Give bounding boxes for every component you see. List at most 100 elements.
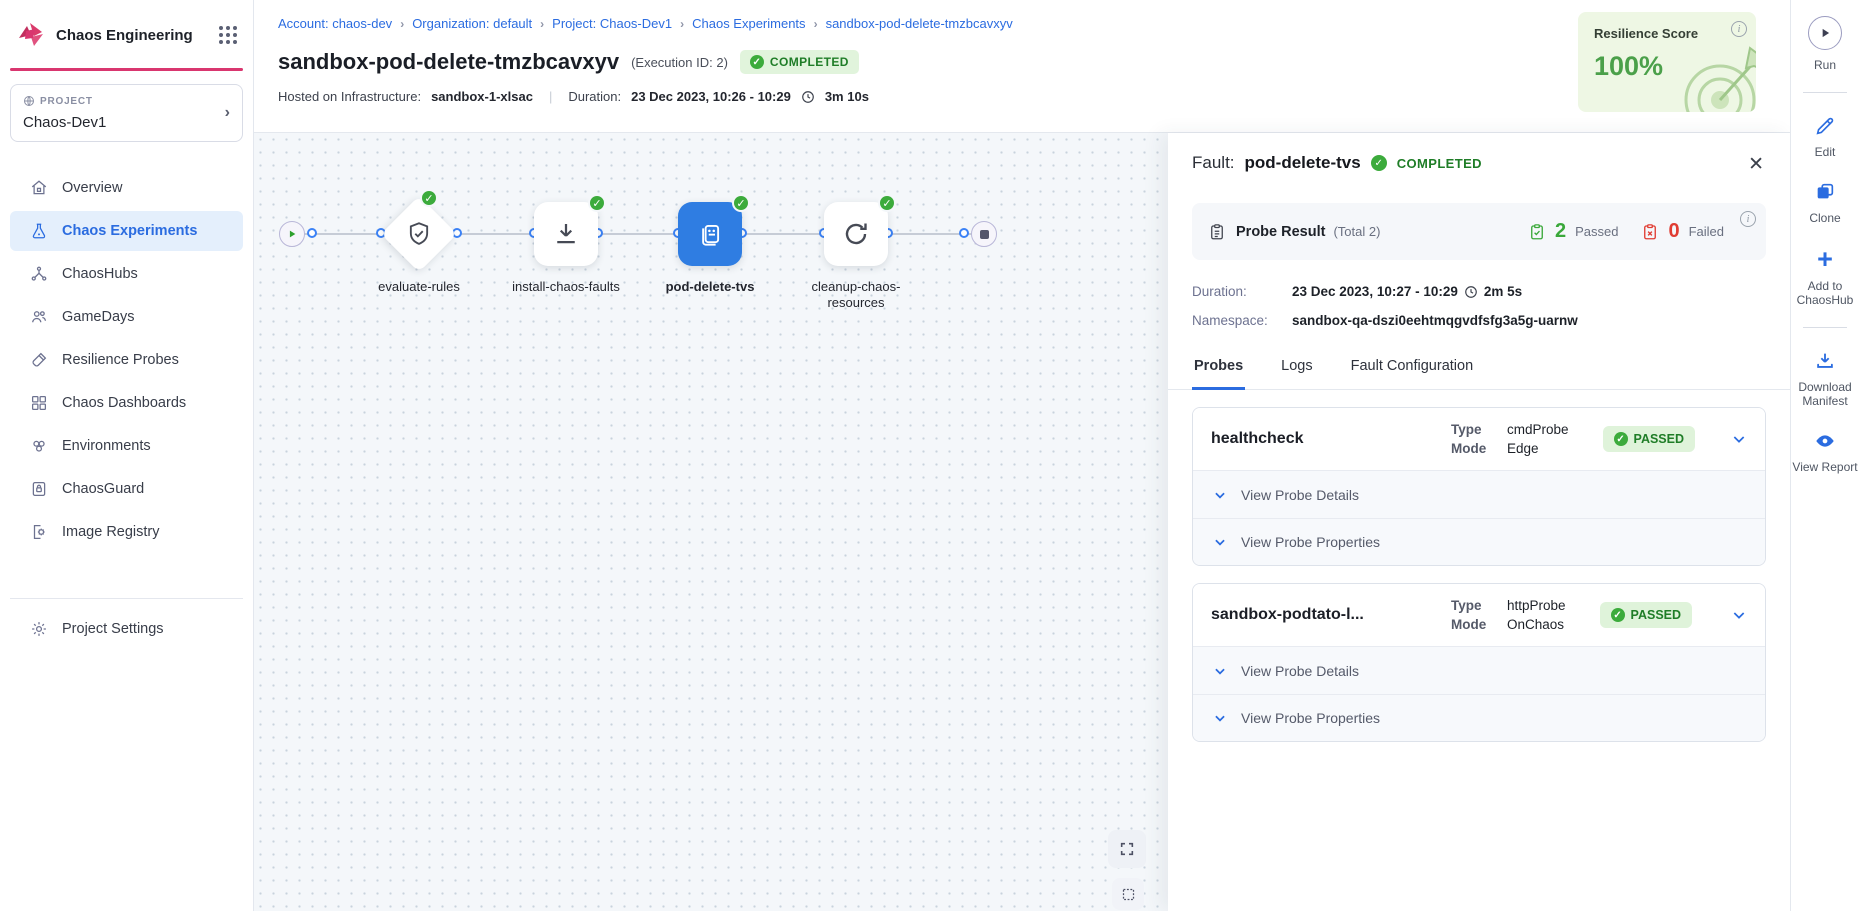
pipeline-node-evaluate-rules[interactable] [381, 196, 457, 272]
check-icon: ✓ [750, 55, 764, 69]
sidebar-item-chaos-experiments[interactable]: Chaos Experiments [10, 211, 243, 251]
add-to-chaoshub-button[interactable]: + Add to ChaosHub [1791, 247, 1858, 307]
pipeline-start-node[interactable] [279, 221, 305, 247]
node-label: cleanup-chaos-resources [786, 279, 926, 311]
page-header: Account: chaos-dev › Organization: defau… [254, 0, 1790, 133]
passed-badge-label: PASSED [1634, 432, 1684, 446]
sidebar-item-overview[interactable]: Overview [10, 168, 243, 208]
view-probe-details-link[interactable]: View Probe Details [1193, 471, 1765, 518]
hub-icon [30, 265, 48, 283]
view-probe-properties-label: View Probe Properties [1241, 534, 1380, 550]
connector-port [307, 228, 317, 238]
mode-label: Mode [1451, 441, 1493, 456]
pipeline-node-pod-delete-tvs[interactable] [678, 202, 742, 266]
clipboard-check-icon [1528, 223, 1546, 241]
success-check-icon: ✓ [588, 194, 606, 212]
sidebar-nav: Overview Chaos Experiments ChaosHubs Gam… [0, 168, 253, 552]
clone-button[interactable]: Clone [1791, 181, 1858, 225]
tab-fault-configuration[interactable]: Fault Configuration [1349, 354, 1476, 389]
breadcrumb-separator: › [814, 17, 818, 31]
breadcrumb: Account: chaos-dev › Organization: defau… [278, 16, 1790, 31]
gear-icon [30, 620, 48, 638]
view-probe-details-label: View Probe Details [1241, 663, 1359, 679]
project-selector[interactable]: PROJECT Chaos-Dev1 › [10, 84, 243, 142]
fullscreen-button[interactable] [1108, 830, 1146, 868]
play-icon [1818, 26, 1832, 40]
sidebar: Chaos Engineering PROJECT Chaos-Dev1 › O… [0, 0, 254, 911]
breadcrumb-link[interactable]: Account: chaos-dev [278, 16, 392, 31]
clone-label: Clone [1809, 211, 1840, 225]
run-button[interactable]: Run [1791, 16, 1858, 72]
view-probe-details-link[interactable]: View Probe Details [1193, 647, 1765, 694]
plus-icon: + [1817, 247, 1833, 271]
breadcrumb-separator: › [400, 17, 404, 31]
fault-status: COMPLETED [1397, 156, 1482, 171]
info-icon[interactable]: i [1731, 21, 1747, 37]
resilience-score-card: Resilience Score 100% i [1578, 12, 1756, 112]
add-to-chaoshub-label: Add to ChaosHub [1791, 279, 1858, 307]
view-probe-properties-link[interactable]: View Probe Properties [1193, 694, 1765, 741]
success-check-icon: ✓ [420, 189, 438, 207]
breadcrumb-link[interactable]: sandbox-pod-delete-tmzbcavxyv [826, 16, 1013, 31]
clipboard-icon [1208, 223, 1226, 241]
marquee-select-button[interactable] [1112, 878, 1144, 910]
probe-result-summary: Probe Result (Total 2) 2 Passed 0 Failed… [1192, 203, 1766, 260]
breadcrumb-link[interactable]: Organization: default [412, 16, 532, 31]
mode-label: Mode [1451, 617, 1493, 632]
pipeline-node-cleanup-chaos-resources[interactable] [824, 202, 888, 266]
failed-count: 0 [1668, 220, 1679, 243]
sidebar-item-label: ChaosHubs [62, 266, 138, 282]
probe-card-sandbox-podtato: sandbox-podtato-l... Type httpProbe Mode… [1192, 583, 1766, 742]
breadcrumb-separator: › [540, 17, 544, 31]
clipboard-x-icon [1641, 223, 1659, 241]
chevron-down-icon[interactable] [1731, 607, 1747, 623]
fault-detail-panel: Fault: pod-delete-tvs ✓ COMPLETED ✕ Prob… [1168, 133, 1790, 911]
view-report-button[interactable]: View Report [1791, 430, 1858, 474]
sidebar-item-label: Environments [62, 438, 151, 454]
download-icon [1814, 350, 1836, 372]
sidebar-item-chaosguard[interactable]: ChaosGuard [10, 469, 243, 509]
view-probe-properties-link[interactable]: View Probe Properties [1193, 518, 1765, 565]
status-badge: ✓ COMPLETED [740, 50, 859, 74]
sidebar-item-chaos-dashboards[interactable]: Chaos Dashboards [10, 383, 243, 423]
nav-apps-grid-icon[interactable] [219, 26, 237, 44]
app-title: Chaos Engineering [56, 27, 209, 44]
sidebar-item-chaoshubs[interactable]: ChaosHubs [10, 254, 243, 294]
sidebar-item-label: ChaosGuard [62, 481, 144, 497]
chevron-down-icon[interactable] [1731, 431, 1747, 447]
edit-button[interactable]: Edit [1791, 115, 1858, 159]
run-label: Run [1814, 58, 1836, 72]
sidebar-item-label: Image Registry [62, 524, 160, 540]
sidebar-item-label: GameDays [62, 309, 135, 325]
guard-lock-icon [30, 480, 48, 498]
chaos-engineering-logo [16, 20, 46, 50]
pipeline-end-node[interactable] [971, 221, 997, 247]
sidebar-divider [10, 598, 243, 599]
failed-label: Failed [1689, 224, 1724, 239]
sidebar-item-resilience-probes[interactable]: Resilience Probes [10, 340, 243, 380]
download-manifest-button[interactable]: Download Manifest [1791, 350, 1858, 408]
sidebar-item-project-settings[interactable]: Project Settings [10, 609, 243, 649]
duration-value: 23 Dec 2023, 10:26 - 10:29 [631, 89, 791, 104]
pencil-icon [1814, 115, 1836, 137]
clock-icon [1464, 285, 1478, 299]
execution-id: (Execution ID: 2) [631, 55, 728, 70]
registry-icon [30, 523, 48, 541]
close-icon[interactable]: ✕ [1748, 155, 1764, 174]
duration-label: Duration: [568, 89, 621, 104]
breadcrumb-link[interactable]: Chaos Experiments [692, 16, 805, 31]
passed-count: 2 [1555, 220, 1566, 243]
info-icon[interactable]: i [1740, 211, 1756, 227]
sidebar-item-image-registry[interactable]: Image Registry [10, 512, 243, 552]
pipeline-node-install-chaos-faults[interactable] [534, 202, 598, 266]
pod-delete-icon [695, 219, 725, 249]
sidebar-item-gamedays[interactable]: GameDays [10, 297, 243, 337]
success-check-icon: ✓ [878, 194, 896, 212]
passed-badge: ✓ PASSED [1600, 602, 1692, 628]
fault-name: pod-delete-tvs [1245, 153, 1361, 173]
sidebar-item-environments[interactable]: Environments [10, 426, 243, 466]
project-icon [23, 95, 35, 107]
tab-probes[interactable]: Probes [1192, 354, 1245, 390]
breadcrumb-link[interactable]: Project: Chaos-Dev1 [552, 16, 672, 31]
tab-logs[interactable]: Logs [1279, 354, 1314, 389]
